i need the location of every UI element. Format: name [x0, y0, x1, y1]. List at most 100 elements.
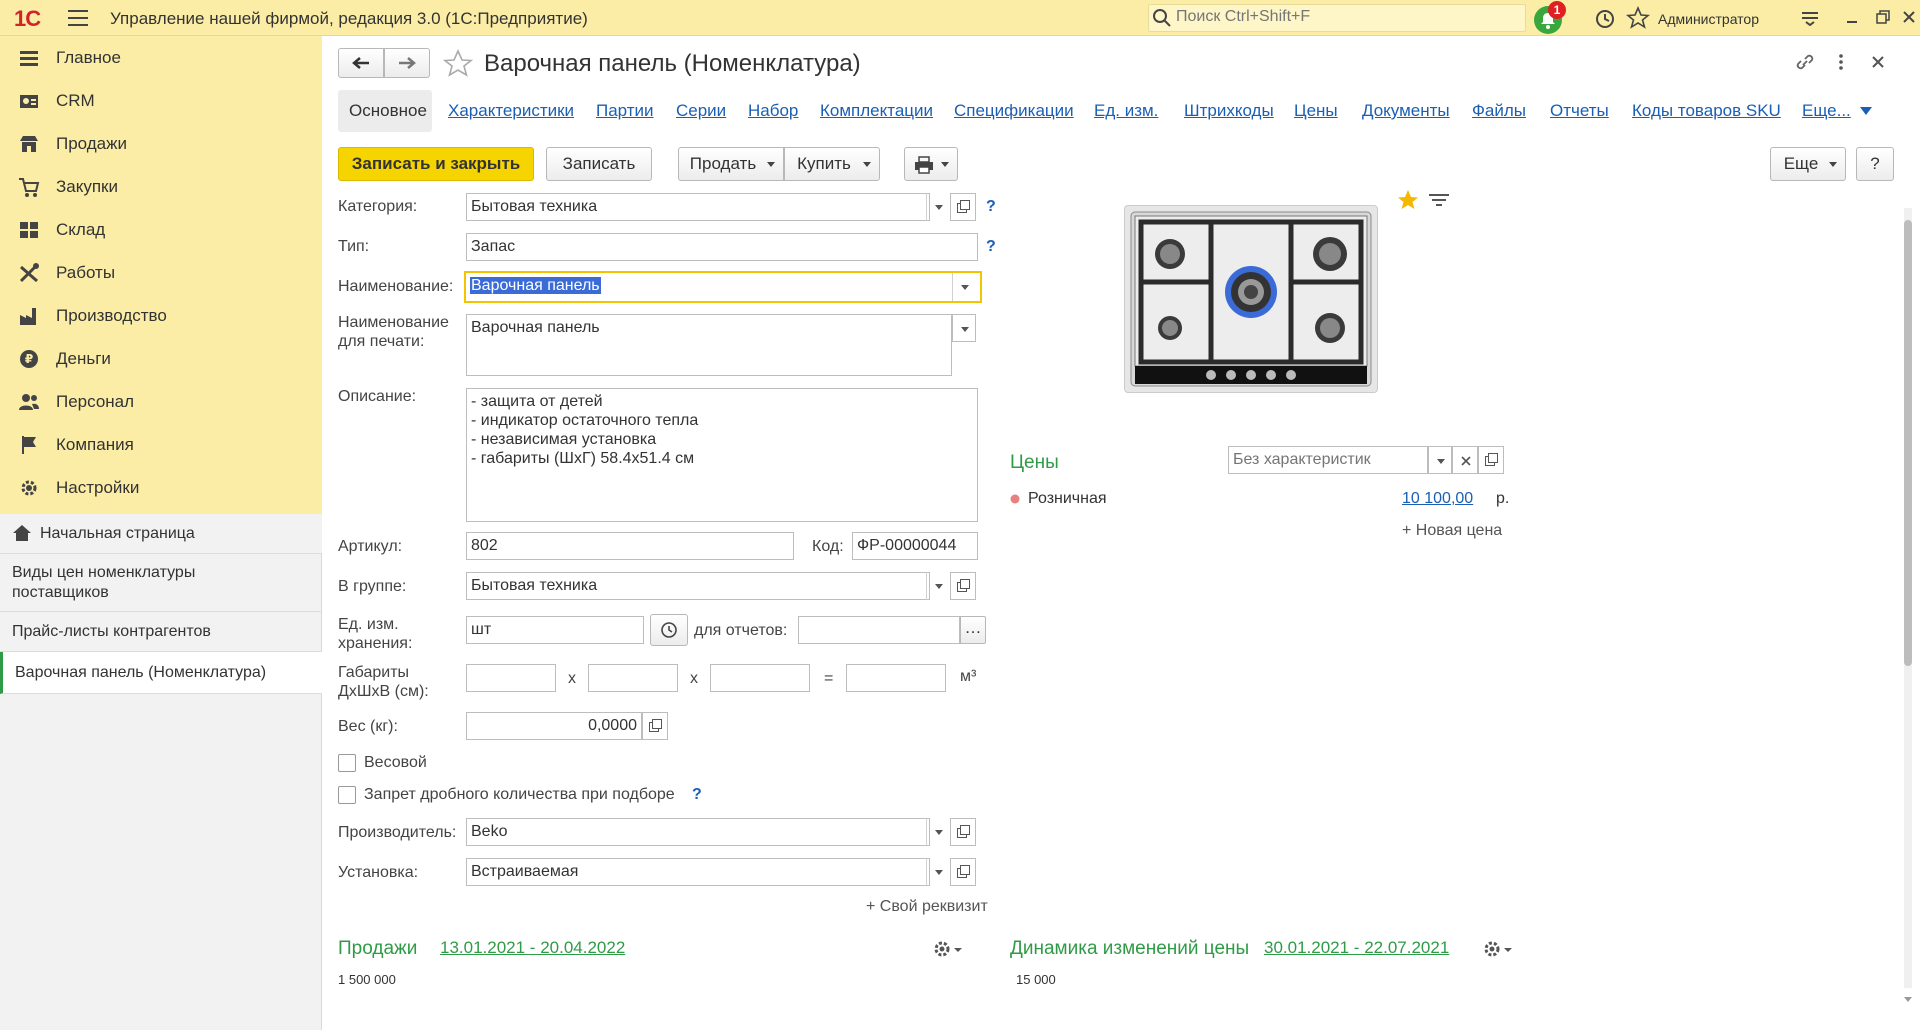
print-name-dropdown-icon[interactable]	[952, 314, 976, 342]
width-field[interactable]	[588, 664, 678, 692]
chevron-down-icon[interactable]	[1860, 106, 1872, 116]
nav-window-current-item[interactable]: Варочная панель (Номенклатура)	[0, 652, 322, 694]
category-open-icon[interactable]	[950, 193, 976, 221]
unit-field[interactable]: шт	[466, 616, 644, 644]
section-sales[interactable]: Продажи	[0, 122, 322, 165]
search-input[interactable]	[1176, 8, 1516, 26]
section-main[interactable]: Главное	[0, 36, 322, 79]
close-form-icon[interactable]	[1870, 54, 1886, 70]
settings-menu-icon[interactable]	[1800, 10, 1820, 26]
group-dropdown-icon[interactable]	[926, 572, 950, 600]
sales-settings-gear-icon[interactable]	[932, 938, 966, 960]
vertical-scrollbar-thumb[interactable]	[1904, 220, 1912, 666]
history-icon[interactable]	[1594, 8, 1616, 30]
group-field[interactable]: Бытовая техника	[466, 572, 930, 600]
image-menu-icon[interactable]	[1428, 192, 1450, 208]
new-price-link[interactable]: + Новая цена	[1402, 522, 1502, 540]
sell-button[interactable]: Продать	[678, 147, 784, 181]
save-and-close-button[interactable]: Записать и закрыть	[338, 147, 534, 181]
reports-unit-field[interactable]	[798, 616, 960, 644]
section-money[interactable]: ₽ Деньги	[0, 337, 322, 380]
help-button[interactable]: ?	[1856, 147, 1894, 181]
reports-unit-select-button[interactable]: …	[960, 616, 986, 644]
nav-window-supplier-prices[interactable]: Виды цен номенклатуры поставщиков	[0, 554, 322, 612]
section-company[interactable]: Компания	[0, 423, 322, 466]
add-own-attribute-link[interactable]: + Свой реквизит	[866, 898, 988, 916]
minimize-icon[interactable]	[1844, 10, 1860, 26]
tab-more[interactable]: Еще...	[1802, 101, 1851, 121]
restore-window-icon[interactable]	[1874, 8, 1892, 26]
tab-reports[interactable]: Отчеты	[1550, 101, 1609, 121]
tab-series[interactable]: Серии	[676, 101, 726, 121]
install-open-icon[interactable]	[950, 858, 976, 886]
tab-prices[interactable]: Цены	[1294, 101, 1338, 121]
fraction-ban-help-icon[interactable]: ?	[692, 786, 702, 804]
sales-period-link[interactable]: 13.01.2021 - 20.04.2022	[440, 938, 625, 958]
characteristic-clear-icon[interactable]	[1452, 446, 1478, 474]
forward-button[interactable]	[384, 48, 430, 78]
code-field[interactable]: ФР-00000044	[852, 532, 978, 560]
description-textarea[interactable]: - защита от детей - индикатор остаточног…	[466, 388, 978, 522]
link-icon[interactable]	[1794, 52, 1816, 72]
section-production[interactable]: Производство	[0, 294, 322, 337]
section-crm[interactable]: CRM	[0, 79, 322, 122]
favorites-star-icon[interactable]	[1626, 6, 1650, 30]
price-dynamics-period-link[interactable]: 30.01.2021 - 22.07.2021	[1264, 938, 1449, 958]
tab-set[interactable]: Набор	[748, 101, 798, 121]
manufacturer-field[interactable]: Beko	[466, 818, 930, 846]
tab-main[interactable]: Основное	[349, 101, 427, 121]
characteristic-dropdown-icon[interactable]	[1428, 446, 1452, 474]
characteristic-filter-input[interactable]	[1228, 446, 1428, 474]
manufacturer-open-icon[interactable]	[950, 818, 976, 846]
buy-button[interactable]: Купить	[784, 147, 880, 181]
user-name[interactable]: Администратор	[1658, 11, 1759, 27]
tab-files[interactable]: Файлы	[1472, 101, 1526, 121]
price-dynamics-settings-gear-icon[interactable]	[1482, 938, 1516, 960]
nav-home[interactable]: Начальная страница	[0, 514, 322, 554]
name-input[interactable]: Варочная панель	[464, 271, 982, 303]
volume-field[interactable]	[846, 664, 946, 692]
group-open-icon[interactable]	[950, 572, 976, 600]
section-works[interactable]: Работы	[0, 251, 322, 294]
product-image[interactable]	[1124, 205, 1378, 393]
category-field[interactable]: Бытовая техника	[466, 193, 930, 221]
tab-kits[interactable]: Комплектации	[820, 101, 933, 121]
tab-sku-codes[interactable]: Коды товаров SKU	[1632, 101, 1781, 121]
tab-characteristics[interactable]: Характеристики	[448, 101, 574, 121]
manufacturer-dropdown-icon[interactable]	[926, 818, 950, 846]
length-field[interactable]	[466, 664, 556, 692]
weighted-checkbox[interactable]	[338, 754, 356, 772]
tab-units[interactable]: Ед. изм.	[1094, 101, 1158, 121]
tab-documents[interactable]: Документы	[1362, 101, 1450, 121]
back-button[interactable]	[338, 48, 384, 78]
main-image-star-icon[interactable]	[1396, 189, 1420, 211]
section-personnel[interactable]: Персонал	[0, 380, 322, 423]
save-button[interactable]: Записать	[546, 147, 652, 181]
nav-window-price-lists[interactable]: Прайс-листы контрагентов	[0, 612, 322, 652]
weight-field[interactable]: 0,0000	[466, 712, 642, 740]
more-actions-button[interactable]: Еще	[1770, 147, 1846, 181]
type-help-icon[interactable]: ?	[986, 238, 996, 256]
type-field[interactable]: Запас	[466, 233, 978, 261]
section-purchases[interactable]: Закупки	[0, 165, 322, 208]
section-settings[interactable]: Настройки	[0, 466, 322, 509]
tab-barcodes[interactable]: Штрихкоды	[1184, 101, 1274, 121]
fraction-ban-checkbox[interactable]	[338, 786, 356, 804]
scroll-down-icon[interactable]	[1903, 996, 1913, 1004]
height-field[interactable]	[710, 664, 810, 692]
tab-batches[interactable]: Партии	[596, 101, 654, 121]
install-field[interactable]: Встраиваемая	[466, 858, 930, 886]
main-menu-icon[interactable]	[68, 10, 88, 26]
print-button[interactable]	[904, 147, 958, 181]
section-warehouse[interactable]: Склад	[0, 208, 322, 251]
category-dropdown-icon[interactable]	[926, 193, 950, 221]
install-dropdown-icon[interactable]	[926, 858, 950, 886]
retail-price-value[interactable]: 10 100,00	[1402, 490, 1473, 508]
more-vertical-icon[interactable]	[1836, 52, 1846, 72]
article-field[interactable]: 802	[466, 532, 794, 560]
tab-specifications[interactable]: Спецификации	[954, 101, 1074, 121]
close-app-icon[interactable]	[1900, 8, 1918, 26]
unit-history-button[interactable]	[650, 614, 688, 646]
print-name-field[interactable]: Варочная панель	[466, 314, 952, 376]
category-help-icon[interactable]: ?	[986, 198, 996, 216]
